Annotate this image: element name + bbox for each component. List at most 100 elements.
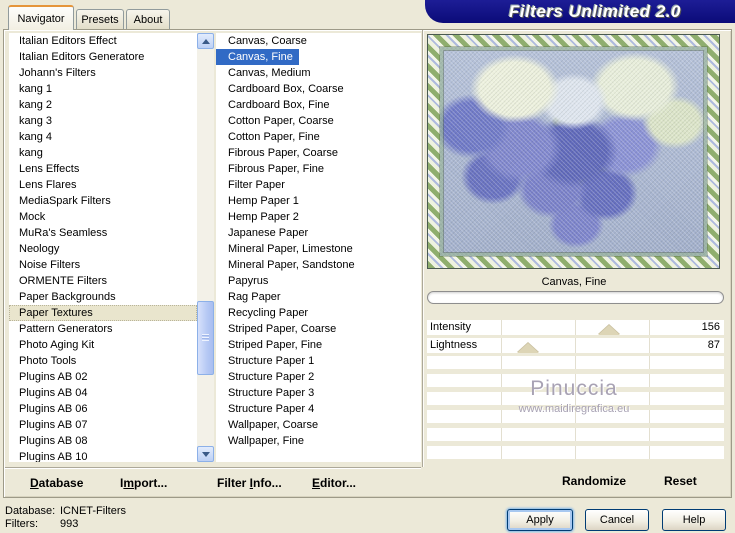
list-item[interactable]: kang xyxy=(9,145,197,161)
tab-navigator[interactable]: Navigator xyxy=(8,5,74,30)
status-label: Database: xyxy=(5,505,56,517)
database-button[interactable]: Database xyxy=(30,476,83,490)
list-item[interactable]: Cotton Paper, Coarse xyxy=(216,113,421,129)
list-item[interactable]: Recycling Paper xyxy=(216,305,421,321)
list-item[interactable]: Japanese Paper xyxy=(216,225,421,241)
label-part: Filter xyxy=(217,476,250,490)
list-item[interactable]: Lens Flares xyxy=(9,177,197,193)
empty-slider-slot xyxy=(427,392,724,405)
list-item[interactable]: Noise Filters xyxy=(9,257,197,273)
apply-button[interactable]: Apply xyxy=(507,509,573,531)
list-item[interactable]: Papyrus xyxy=(216,273,421,289)
list-item[interactable]: Italian Editors Generatore xyxy=(9,49,197,65)
list-item[interactable]: Plugins AB 10 xyxy=(9,449,197,462)
status-label: Filters: xyxy=(5,518,38,530)
list-item[interactable]: Lens Effects xyxy=(9,161,197,177)
list-item[interactable]: Wallpaper, Fine xyxy=(216,433,421,449)
tab-about[interactable]: About xyxy=(126,9,170,30)
slider-thumb[interactable] xyxy=(517,343,540,353)
list-item[interactable]: ORMENTE Filters xyxy=(9,273,197,289)
list-item[interactable]: Fibrous Paper, Fine xyxy=(216,161,421,177)
list-item[interactable]: Hemp Paper 1 xyxy=(216,193,421,209)
empty-slider-slot xyxy=(427,410,724,423)
list-item[interactable]: Canvas, Medium xyxy=(216,65,421,81)
list-item[interactable]: Cardboard Box, Coarse xyxy=(216,81,421,97)
scroll-up-button[interactable] xyxy=(197,33,214,49)
list-item[interactable]: Plugins AB 08 xyxy=(9,433,197,449)
list-item[interactable]: Plugins AB 04 xyxy=(9,385,197,401)
label-part: atabase xyxy=(38,476,84,490)
empty-slider-slot xyxy=(427,446,724,459)
list-item[interactable]: Structure Paper 4 xyxy=(216,401,421,417)
list-item[interactable]: MuRa's Seamless xyxy=(9,225,197,241)
editor-button[interactable]: Editor... xyxy=(312,476,356,490)
list-item[interactable]: Italian Editors Effect xyxy=(9,33,197,49)
tab-label: Navigator xyxy=(17,12,65,25)
label-accel: D xyxy=(30,476,39,490)
list-item[interactable]: Rag Paper xyxy=(216,289,421,305)
toolbar: Database Import... Filter Info... Editor… xyxy=(5,467,421,497)
list-item[interactable]: Neology xyxy=(9,241,197,257)
arrow-up-icon xyxy=(201,38,210,44)
list-item[interactable]: kang 3 xyxy=(9,113,197,129)
list-item[interactable]: MediaSpark Filters xyxy=(9,193,197,209)
list-item[interactable]: Striped Paper, Fine xyxy=(216,337,421,353)
scroll-down-button[interactable] xyxy=(197,446,214,462)
list-item[interactable]: Structure Paper 2 xyxy=(216,369,421,385)
list-item[interactable]: kang 1 xyxy=(9,81,197,97)
tab-presets[interactable]: Presets xyxy=(76,9,124,30)
cancel-button[interactable]: Cancel xyxy=(585,509,649,531)
scrollbar-thumb[interactable] xyxy=(197,301,214,375)
progress-bar xyxy=(427,291,724,304)
import-button[interactable]: Import... xyxy=(120,476,167,490)
list-item[interactable]: Photo Tools xyxy=(9,353,197,369)
list-item[interactable]: Plugins AB 07 xyxy=(9,417,197,433)
help-button[interactable]: Help xyxy=(662,509,726,531)
list-item[interactable]: Paper Textures xyxy=(9,305,197,321)
status-value: ICNET-Filters xyxy=(60,505,126,517)
preview-panel: Canvas, Fine Intensity 156 Lightness 87 xyxy=(424,30,732,497)
intensity-slider[interactable]: Intensity 156 xyxy=(427,320,724,335)
list-item[interactable]: kang 4 xyxy=(9,129,197,145)
filter-info-button[interactable]: Filter Info... xyxy=(217,476,282,490)
filters-unlimited-dialog: Filters Unlimited 2.0 Navigator Presets … xyxy=(0,0,735,533)
list-item[interactable]: Photo Aging Kit xyxy=(9,337,197,353)
lightness-slider[interactable]: Lightness 87 xyxy=(427,338,724,353)
randomize-button[interactable]: Randomize xyxy=(562,474,626,488)
list-item[interactable]: Cotton Paper, Fine xyxy=(216,129,421,145)
button-label: Apply xyxy=(526,514,554,526)
list-item[interactable]: Structure Paper 3 xyxy=(216,385,421,401)
panel-divider xyxy=(422,30,423,467)
slider-thumb[interactable] xyxy=(597,325,620,335)
category-list-scrollbar[interactable] xyxy=(197,33,214,462)
list-item[interactable]: Cardboard Box, Fine xyxy=(216,97,421,113)
label-part: nfo... xyxy=(253,476,282,490)
preview-image[interactable] xyxy=(427,34,720,269)
list-item[interactable]: Johann's Filters xyxy=(9,65,197,81)
list-item[interactable]: Mock xyxy=(9,209,197,225)
empty-slider-slot xyxy=(427,428,724,441)
list-item[interactable]: Filter Paper xyxy=(216,177,421,193)
list-item[interactable]: Mineral Paper, Sandstone xyxy=(216,257,421,273)
list-item[interactable]: Canvas, Coarse xyxy=(216,33,421,49)
category-list[interactable]: Italian Editors Effect Italian Editors Ge… xyxy=(9,33,197,462)
photo-inner-frame xyxy=(440,47,707,256)
list-item[interactable]: Striped Paper, Coarse xyxy=(216,321,421,337)
list-item[interactable]: Plugins AB 02 xyxy=(9,369,197,385)
list-item[interactable]: Structure Paper 1 xyxy=(216,353,421,369)
slider-label: Intensity xyxy=(430,321,471,333)
list-item[interactable]: Fibrous Paper, Coarse xyxy=(216,145,421,161)
list-item[interactable]: Hemp Paper 2 xyxy=(216,209,421,225)
list-item[interactable]: Paper Backgrounds xyxy=(9,289,197,305)
reset-button[interactable]: Reset xyxy=(664,474,697,488)
list-item[interactable]: Mineral Paper, Limestone xyxy=(216,241,421,257)
filter-list[interactable]: Canvas, Coarse Canvas, Fine Canvas, Medium… xyxy=(216,33,421,462)
button-label: Cancel xyxy=(599,514,635,526)
tab-label: About xyxy=(133,14,163,26)
list-item[interactable]: Canvas, Fine xyxy=(216,49,299,65)
list-item[interactable]: Pattern Generators xyxy=(9,321,197,337)
tab-label: Presets xyxy=(81,14,119,26)
list-item[interactable]: kang 2 xyxy=(9,97,197,113)
list-item[interactable]: Plugins AB 06 xyxy=(9,401,197,417)
list-item[interactable]: Wallpaper, Coarse xyxy=(216,417,421,433)
